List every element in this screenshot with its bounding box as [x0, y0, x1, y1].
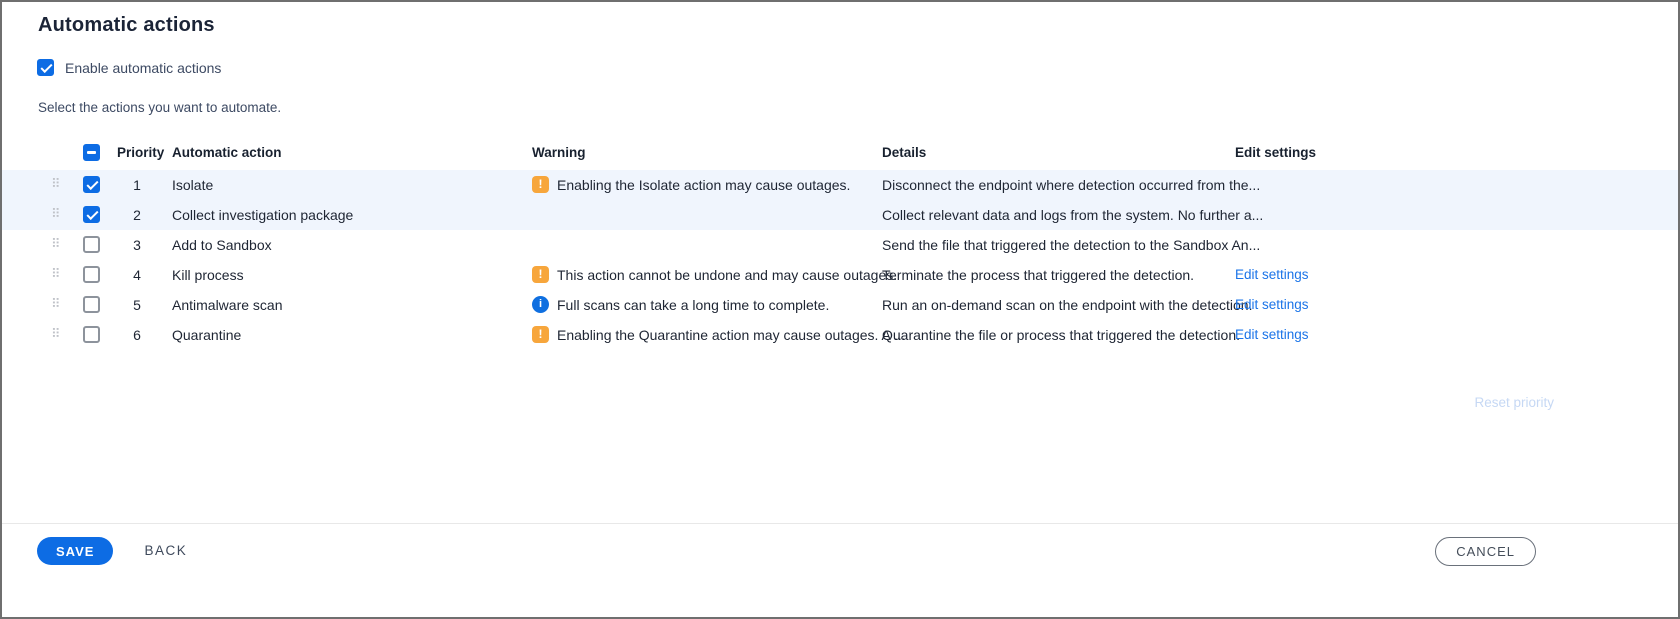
row-checkbox[interactable] [83, 266, 100, 283]
table-row: ⠿ 2 Collect investigation package Collec… [2, 200, 1678, 230]
automatic-actions-page: Automatic actions Enable automatic actio… [0, 0, 1680, 619]
page-title: Automatic actions [38, 14, 215, 37]
drag-handle-icon[interactable]: ⠿ [51, 177, 61, 193]
warning-text: Enabling the Isolate action may cause ou… [557, 177, 850, 193]
warning-text: This action cannot be undone and may cau… [557, 267, 897, 283]
warning-text: Full scans can take a long time to compl… [557, 297, 829, 313]
footer-bar: SAVE BACK CANCEL [2, 523, 1678, 617]
details-text: Disconnect the endpoint where detection … [882, 177, 1260, 193]
priority-value: 5 [117, 297, 157, 313]
edit-settings-link[interactable]: Edit settings [1235, 327, 1309, 342]
automatic-actions-table: Priority Automatic action Warning Detail… [2, 141, 1678, 350]
info-icon: i [532, 296, 549, 313]
column-header-details: Details [882, 145, 926, 160]
priority-value: 4 [117, 267, 157, 283]
save-button[interactable]: SAVE [37, 537, 113, 565]
priority-value: 1 [117, 177, 157, 193]
action-name: Isolate [172, 177, 213, 193]
warning-icon: ! [532, 176, 549, 193]
action-name: Kill process [172, 267, 244, 283]
edit-settings-link[interactable]: Edit settings [1235, 297, 1309, 312]
table-header-row: Priority Automatic action Warning Detail… [2, 141, 1678, 170]
table-row: ⠿ 3 Add to Sandbox Send the file that tr… [2, 230, 1678, 260]
action-name: Collect investigation package [172, 207, 353, 223]
cancel-button[interactable]: CANCEL [1435, 537, 1536, 566]
drag-handle-icon[interactable]: ⠿ [51, 267, 61, 283]
edit-settings-link[interactable]: Edit settings [1235, 267, 1309, 282]
details-text: Send the file that triggered the detecti… [882, 237, 1260, 253]
warning-text: Enabling the Quarantine action may cause… [557, 327, 906, 343]
drag-handle-icon[interactable]: ⠿ [51, 237, 61, 253]
column-header-edit-settings: Edit settings [1235, 145, 1316, 160]
table-row: ⠿ 5 Antimalware scan i Full scans can ta… [2, 290, 1678, 320]
subtitle-text: Select the actions you want to automate. [38, 100, 281, 115]
table-row: ⠿ 1 Isolate ! Enabling the Isolate actio… [2, 170, 1678, 200]
column-header-automatic-action: Automatic action [172, 145, 282, 160]
warning-icon: ! [532, 266, 549, 283]
details-text: Run an on-demand scan on the endpoint wi… [882, 297, 1252, 313]
back-button[interactable]: BACK [144, 537, 187, 565]
drag-handle-icon[interactable]: ⠿ [51, 327, 61, 343]
action-name: Antimalware scan [172, 297, 283, 313]
action-name: Quarantine [172, 327, 241, 343]
details-text: Collect relevant data and logs from the … [882, 207, 1263, 223]
table-row: ⠿ 4 Kill process ! This action cannot be… [2, 260, 1678, 290]
priority-value: 3 [117, 237, 157, 253]
warning-icon: ! [532, 326, 549, 343]
reset-priority-link[interactable]: Reset priority [1474, 395, 1554, 410]
table-body: ⠿ 1 Isolate ! Enabling the Isolate actio… [2, 170, 1678, 350]
action-name: Add to Sandbox [172, 237, 272, 253]
select-all-checkbox[interactable] [83, 144, 100, 161]
drag-handle-icon[interactable]: ⠿ [51, 297, 61, 313]
row-checkbox[interactable] [83, 326, 100, 343]
enable-automatic-actions-checkbox[interactable] [37, 59, 54, 76]
drag-handle-icon[interactable]: ⠿ [51, 207, 61, 223]
row-checkbox[interactable] [83, 206, 100, 223]
priority-value: 2 [117, 207, 157, 223]
row-checkbox[interactable] [83, 176, 100, 193]
details-text: Quarantine the file or process that trig… [882, 327, 1240, 343]
details-text: Terminate the process that triggered the… [882, 267, 1194, 283]
column-header-warning: Warning [532, 145, 586, 160]
table-row: ⠿ 6 Quarantine ! Enabling the Quarantine… [2, 320, 1678, 350]
row-checkbox[interactable] [83, 236, 100, 253]
row-checkbox[interactable] [83, 296, 100, 313]
enable-automatic-actions-row: Enable automatic actions [37, 59, 221, 76]
enable-automatic-actions-label: Enable automatic actions [65, 60, 221, 76]
priority-value: 6 [117, 327, 157, 343]
column-header-priority: Priority [117, 145, 164, 160]
